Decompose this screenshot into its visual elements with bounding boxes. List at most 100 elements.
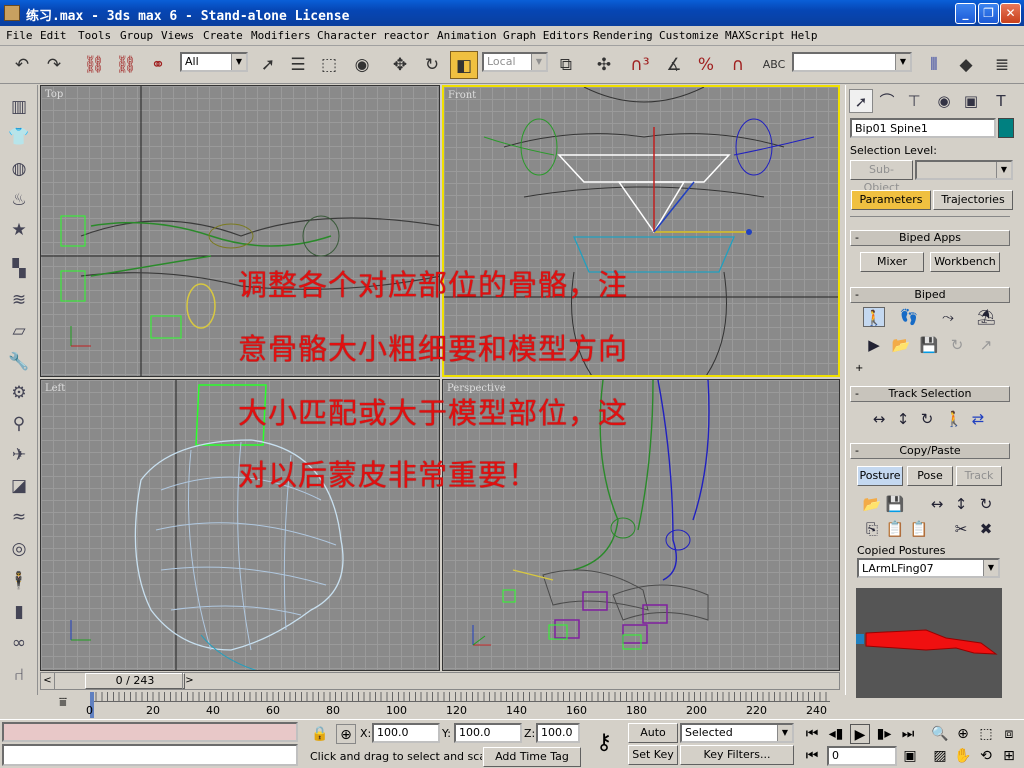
x-coordinate-field[interactable]: 100.0 <box>372 723 440 743</box>
track-bar[interactable]: ⩸ 0 20 40 60 80 100 120 140 160 180 200 220 240 <box>40 692 840 718</box>
symmetrical-icon[interactable]: ⇄ <box>967 409 989 429</box>
body-vertical-icon[interactable]: ↕ <box>892 409 914 429</box>
menu-maxscript[interactable]: MAXScript <box>725 29 785 42</box>
select-and-link-icon[interactable]: ⛓ <box>80 51 108 79</box>
current-frame-field[interactable]: 0 <box>827 746 897 766</box>
expand-plus-icon[interactable]: + <box>855 363 863 374</box>
maxscript-listener-white[interactable] <box>2 744 298 766</box>
lock-cog-icon[interactable]: 🚶 <box>943 409 965 429</box>
menu-group[interactable]: Group <box>120 29 153 42</box>
biped-apps-rollout[interactable]: - Biped Apps <box>850 230 1010 246</box>
rectangular-selection-icon[interactable]: ⬚ <box>315 51 343 79</box>
object-name-field[interactable]: Bip01 Spine1 <box>850 118 996 138</box>
copied-postures-dropdown[interactable]: LArmLFing07 ▼ <box>857 558 1000 578</box>
spinner-snap-icon[interactable]: ∩ <box>724 51 752 79</box>
modify-tab-icon[interactable]: ⌒ <box>875 89 899 113</box>
time-configuration-icon[interactable]: ▣ <box>900 746 920 766</box>
coil-icon[interactable]: ≋ <box>7 288 31 312</box>
column-icon[interactable]: ▥ <box>7 95 31 119</box>
mixer-mode-icon[interactable]: ⛱ <box>975 307 997 327</box>
sub-object-button[interactable]: Sub-Object <box>850 160 913 194</box>
copy-posture-icon[interactable]: ⎘ <box>861 519 883 539</box>
zoom-all-icon[interactable]: ⊕ <box>953 724 973 744</box>
body-horizontal-icon[interactable]: ↔ <box>868 409 890 429</box>
select-and-rotate-icon[interactable]: ↻ <box>418 51 446 79</box>
zoom-extents-icon[interactable]: ⬚ <box>976 724 996 744</box>
lock-icon[interactable]: 🔒 <box>310 724 330 744</box>
load-file-icon[interactable]: 📂 <box>890 335 912 355</box>
menu-reactor[interactable]: reactor <box>383 29 429 42</box>
maximize-viewport-icon[interactable]: ⊞ <box>999 746 1019 766</box>
sphere-icon[interactable]: ◍ <box>7 157 31 181</box>
motion-tab-icon[interactable]: ◉ <box>932 89 956 113</box>
menu-graph-editors[interactable]: Graph Editors <box>503 29 589 42</box>
pan-icon[interactable]: ✋ <box>953 746 973 766</box>
paste-opposite-icon[interactable]: 📋 <box>908 519 930 539</box>
helicopter-icon[interactable]: ✈ <box>7 443 31 467</box>
pivot-center-icon[interactable]: ⧉ <box>552 51 580 79</box>
display-tab-icon[interactable]: ▣ <box>959 89 983 113</box>
go-to-start-icon[interactable]: ⏮ <box>802 724 822 744</box>
arc-rotate-icon[interactable]: ⟲ <box>976 746 996 766</box>
star-icon[interactable]: ★ <box>7 218 31 242</box>
sub-object-dropdown[interactable]: ▼ <box>915 160 1013 180</box>
absolute-mode-icon[interactable]: ⊕ <box>336 724 356 744</box>
key-icon[interactable]: ⚷ <box>588 730 620 758</box>
move-all-mode-icon[interactable]: ↗ <box>975 335 997 355</box>
wrench-icon[interactable]: 🔧 <box>7 350 31 374</box>
pin-icon[interactable]: ⚲ <box>7 412 31 436</box>
copy-paste-rollout[interactable]: - Copy/Paste <box>850 443 1010 459</box>
track-selection-rollout[interactable]: - Track Selection <box>850 386 1010 402</box>
playback-icon[interactable]: ▶ <box>863 335 885 355</box>
track-button[interactable]: Track <box>956 466 1002 486</box>
named-selection-sets-dropdown[interactable]: ▼ <box>792 52 912 72</box>
auto-key-button[interactable]: Auto Key <box>628 723 678 757</box>
edit-named-selection-icon[interactable]: ABC <box>760 51 788 79</box>
menu-tools[interactable]: Tools <box>78 29 111 42</box>
menu-file[interactable]: File <box>6 29 33 42</box>
redo-icon[interactable]: ↷ <box>40 51 68 79</box>
menu-help[interactable]: Help <box>791 29 818 42</box>
delete-selected-icon[interactable]: ✂ <box>950 519 972 539</box>
key-filters-button[interactable]: Key Filters... <box>680 745 794 765</box>
set-key-button[interactable]: Set Key <box>628 745 678 765</box>
posture-button[interactable]: Posture <box>857 466 903 486</box>
body-rotation-icon[interactable]: ↻ <box>916 409 938 429</box>
previous-frame-icon[interactable]: < <box>41 673 55 689</box>
time-slider-handle[interactable]: 0 / 243 <box>85 673 185 689</box>
footstep-mode-icon[interactable]: 👣 <box>898 307 920 327</box>
layer-manager-icon[interactable]: ≣ <box>988 51 1016 79</box>
create-tab-icon[interactable]: ➚ <box>849 89 873 113</box>
rings-icon[interactable]: ◎ <box>7 537 31 561</box>
delete-all-icon[interactable]: ✖ <box>975 519 997 539</box>
chair-icon[interactable]: ⑁ <box>7 663 31 687</box>
restore-button[interactable]: ❐ <box>978 3 999 24</box>
select-by-name-icon[interactable]: ☰ <box>284 51 312 79</box>
menu-rendering[interactable]: Rendering <box>593 29 653 42</box>
menu-edit[interactable]: Edit <box>40 29 67 42</box>
select-and-manipulate-icon[interactable]: ✣ <box>590 51 618 79</box>
play-icon[interactable]: ▶ <box>850 724 870 744</box>
select-and-scale-icon[interactable]: ◧ <box>450 51 478 79</box>
window-crossing-icon[interactable]: ◉ <box>348 51 376 79</box>
zoom-extents-all-icon[interactable]: ⧈ <box>999 724 1019 744</box>
snap-toggle-icon[interactable]: ∩³ <box>626 51 654 79</box>
next-frame-icon[interactable]: > <box>182 673 196 689</box>
mirror-icon[interactable]: ⫴ <box>920 51 948 79</box>
copy-vertical-icon[interactable]: ↕ <box>950 494 972 514</box>
motion-flow-mode-icon[interactable]: ⤳ <box>937 307 959 327</box>
menu-views[interactable]: Views <box>161 29 194 42</box>
next-key-icon[interactable]: ▮▸ <box>874 724 894 744</box>
figure-icon[interactable]: 🕴 <box>7 569 31 593</box>
percent-snap-icon[interactable]: % <box>692 51 720 79</box>
wave-icon[interactable]: ≈ <box>7 505 31 529</box>
field-of-view-icon[interactable]: ▨ <box>930 746 950 766</box>
menu-animation[interactable]: Animation <box>437 29 497 42</box>
zoom-icon[interactable]: 🔍 <box>930 724 950 744</box>
go-to-end-icon[interactable]: ⏭ <box>898 724 918 744</box>
gear-icon[interactable]: ⚙ <box>7 381 31 405</box>
add-time-tag-button[interactable]: Add Time Tag <box>483 747 581 767</box>
close-button[interactable]: ✕ <box>1000 3 1021 24</box>
save-collection-icon[interactable]: 💾 <box>884 494 906 514</box>
select-and-move-icon[interactable]: ✥ <box>386 51 414 79</box>
